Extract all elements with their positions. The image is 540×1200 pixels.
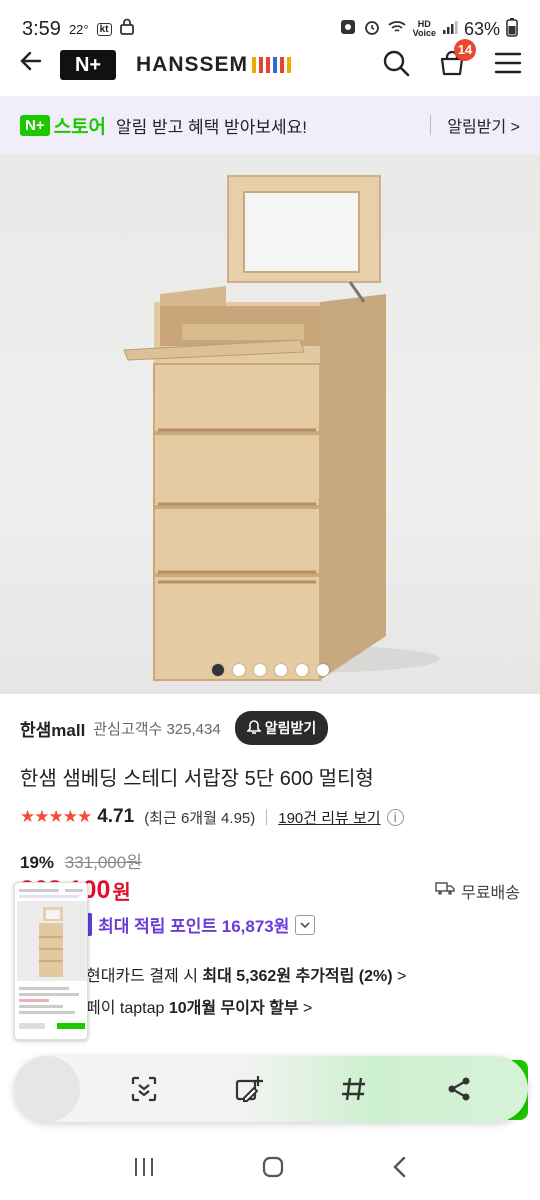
carousel-indicator bbox=[0, 664, 540, 676]
card-benefit-prefix: 현대카드 결제 시 bbox=[86, 968, 203, 985]
store-label: 스토어 bbox=[53, 116, 107, 138]
chevron-down-icon[interactable] bbox=[295, 914, 316, 935]
recent-rating: (최근 6개월 4.95) bbox=[144, 809, 256, 827]
carousel-dot[interactable] bbox=[253, 664, 266, 676]
thumb-line bbox=[19, 999, 49, 1002]
carousel-dot[interactable] bbox=[211, 664, 224, 676]
divider bbox=[430, 115, 432, 135]
shipping-label: 무료배송 bbox=[461, 884, 520, 902]
nplus-badge: N+ bbox=[20, 114, 50, 136]
notification-icon bbox=[339, 18, 357, 41]
discount-rate: 19% bbox=[20, 853, 55, 872]
toolbar-handle[interactable] bbox=[14, 1056, 80, 1122]
card-benefit-amount: 최대 5,362원 추가적립 (2%) bbox=[202, 968, 393, 985]
truck-icon bbox=[435, 880, 455, 901]
cart-count-badge: 14 bbox=[454, 38, 476, 61]
share-icon[interactable] bbox=[424, 1056, 494, 1122]
carousel-dot[interactable] bbox=[274, 664, 287, 676]
notification-promo-banner[interactable]: N+ 스토어 알림 받고 혜택 받아보세요! 알림받기 > bbox=[0, 96, 540, 154]
thumb-image bbox=[17, 901, 87, 981]
chevron-right-icon: > bbox=[392, 968, 407, 985]
rating-score: 4.71 bbox=[97, 806, 135, 827]
nplus-logo[interactable]: N+ bbox=[60, 50, 116, 80]
thumb-line bbox=[65, 889, 83, 892]
review-link[interactable]: 190건 리뷰 보기 bbox=[278, 807, 380, 828]
rating-stars: ★★★★★ bbox=[20, 807, 92, 826]
info-icon[interactable]: i bbox=[386, 808, 404, 826]
home-icon[interactable] bbox=[261, 1155, 285, 1186]
thumb-line bbox=[19, 993, 79, 996]
wifi-icon bbox=[387, 19, 407, 40]
back-icon[interactable] bbox=[390, 1155, 408, 1186]
discount-line: 19% 331,000원 bbox=[20, 848, 142, 873]
points-label: 최대 적립 포인트 16,873원 bbox=[98, 917, 290, 936]
screenshot-toolbar bbox=[14, 1056, 528, 1122]
thumb-line bbox=[19, 895, 79, 898]
subscribe-notification-link[interactable]: 알림받기 > bbox=[447, 113, 520, 137]
screenshot-preview-thumbnail[interactable] bbox=[14, 882, 88, 1040]
brand-stripes bbox=[252, 57, 292, 73]
bell-icon bbox=[245, 719, 262, 738]
seller-name[interactable]: 한샘mall bbox=[20, 716, 85, 741]
lock-icon bbox=[119, 18, 134, 41]
signal-icon bbox=[442, 19, 458, 40]
carousel-dot[interactable] bbox=[232, 664, 245, 676]
thumb-line bbox=[19, 889, 59, 892]
hashtag-icon[interactable] bbox=[319, 1056, 389, 1122]
back-arrow-icon[interactable] bbox=[18, 48, 58, 82]
recent-apps-icon[interactable] bbox=[132, 1156, 156, 1185]
edit-add-icon[interactable] bbox=[214, 1056, 284, 1122]
pay-prefix: 페이 taptap bbox=[86, 1000, 169, 1017]
brand-name: HANSSEM bbox=[136, 53, 249, 76]
chevron-right-icon: > bbox=[298, 1000, 313, 1017]
product-image bbox=[123, 175, 440, 681]
carousel-dot[interactable] bbox=[295, 664, 308, 676]
seller-notify-button[interactable]: 알림받기 bbox=[234, 711, 329, 745]
battery-icon bbox=[506, 17, 518, 42]
temperature: 22° bbox=[68, 21, 89, 37]
installment-terms: 10개월 무이자 할부 bbox=[168, 1000, 299, 1017]
seller-fans-count: 관심고객수 325,434 bbox=[93, 720, 221, 738]
thumb-line bbox=[19, 1023, 45, 1029]
currency-unit: 원 bbox=[112, 882, 131, 904]
clock: 3:59 bbox=[22, 17, 61, 40]
thumb-line bbox=[19, 987, 69, 990]
thumb-line bbox=[19, 1005, 63, 1008]
max-points[interactable]: 적립 최대 적립 포인트 16,873원 bbox=[64, 912, 316, 937]
seller-notify-label: 알림받기 bbox=[264, 720, 317, 736]
brand-logo[interactable]: HANSSEM bbox=[136, 53, 292, 77]
battery-level: 63% bbox=[463, 18, 500, 39]
shipping-info: 무료배송 bbox=[435, 879, 520, 903]
hd-voice-icon: HD Voice bbox=[412, 19, 436, 38]
thumb-line bbox=[57, 1023, 85, 1029]
rating-row: ★★★★★ 4.71 (최근 6개월 4.95) 190건 리뷰 보기 i bbox=[20, 806, 404, 828]
scan-text-icon[interactable] bbox=[109, 1056, 179, 1122]
price-row: 268,100 원 무료배송 bbox=[20, 876, 520, 905]
search-icon[interactable] bbox=[382, 49, 410, 82]
seller-info: 한샘mall 관심고객수 325,434 알림받기 bbox=[20, 710, 520, 746]
alarm-icon bbox=[363, 18, 381, 41]
cart-icon[interactable]: 14 bbox=[438, 38, 476, 82]
installment-link[interactable]: 페이 taptap 10개월 무이자 할부 > bbox=[86, 994, 312, 1018]
original-price: 331,000원 bbox=[64, 853, 142, 872]
divider bbox=[266, 809, 268, 825]
card-benefit-link[interactable]: 현대카드 결제 시 최대 5,362원 추가적립 (2%) > bbox=[86, 962, 406, 986]
thumb-line bbox=[19, 1011, 75, 1014]
carousel-dot[interactable] bbox=[316, 664, 329, 676]
app-header: N+ HANSSEM 14 bbox=[0, 38, 540, 90]
product-title: 한샘 샘베딩 스테디 서랍장 5단 600 멀티형 bbox=[20, 768, 374, 790]
system-navigation-bar bbox=[0, 1140, 540, 1200]
carrier-icon: kt bbox=[96, 22, 112, 36]
product-image-carousel[interactable] bbox=[0, 154, 540, 694]
menu-icon[interactable] bbox=[494, 51, 522, 80]
promo-message: 알림 받고 혜택 받아보세요! bbox=[116, 117, 307, 137]
